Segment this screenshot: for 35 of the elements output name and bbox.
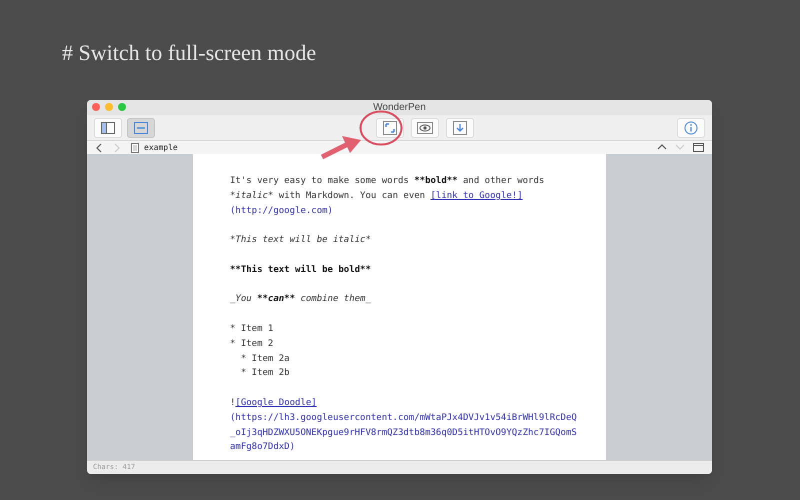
toolbar-button[interactable] <box>677 118 705 138</box>
editor-line: (https://lh3.googleusercontent.com/mWtaPJx4DVJv1v54iBrWHl9lRcDeQ <box>230 412 577 425</box>
document-name: example <box>144 142 178 154</box>
panel-icon[interactable] <box>693 143 704 152</box>
sidebar-icon <box>101 122 115 134</box>
eye-icon <box>417 122 433 134</box>
editor-line: (http://google.com) <box>230 204 333 218</box>
editor-line: **This text will be bold** <box>230 264 371 277</box>
arrow-icon <box>320 134 362 160</box>
toolbar-button[interactable] <box>446 118 474 138</box>
link[interactable]: [link to Google!] <box>430 190 523 201</box>
editor-line: ![Google Doodle] <box>230 396 317 410</box>
download-icon <box>453 120 467 134</box>
info-icon <box>684 120 698 134</box>
editor-line: *This text will be italic* <box>230 234 371 248</box>
editor-line: * Item 2 <box>230 338 274 351</box>
editor-line: *italic* with Markdown. You can even [link to Google!] <box>230 190 523 203</box>
editor-line: It's very easy to make some words **bold** and other words <box>230 175 544 188</box>
toolbar-button[interactable] <box>94 118 122 138</box>
toolbar-button[interactable] <box>127 118 155 138</box>
editor-line: * Item 2a <box>240 352 290 366</box>
bar-icon <box>134 122 148 134</box>
link[interactable]: [Google Doodle] <box>235 398 317 408</box>
close-button[interactable] <box>92 103 100 111</box>
heading: # Switch to full-screen mode <box>62 39 318 67</box>
editor-line: * Item 2b <box>240 367 290 380</box>
editor-line: amFg8o7DdxD) <box>230 441 296 454</box>
fullscreen-icon <box>383 120 397 134</box>
editor-line: * Item 1 <box>230 322 274 336</box>
toolbar-button[interactable] <box>376 118 404 138</box>
toolbar-button[interactable] <box>411 118 439 138</box>
editor-line: _You **can** combine them_ <box>230 293 371 306</box>
window-title: WonderPen <box>373 101 426 115</box>
editor-line: _oIj3qHDZWXU5ONEKpgue9rHFV8rmQZ3dtb8m36q0D5itHTOvO9YQzZhc7IGQomS <box>230 426 577 440</box>
highlight-circle <box>359 110 403 146</box>
